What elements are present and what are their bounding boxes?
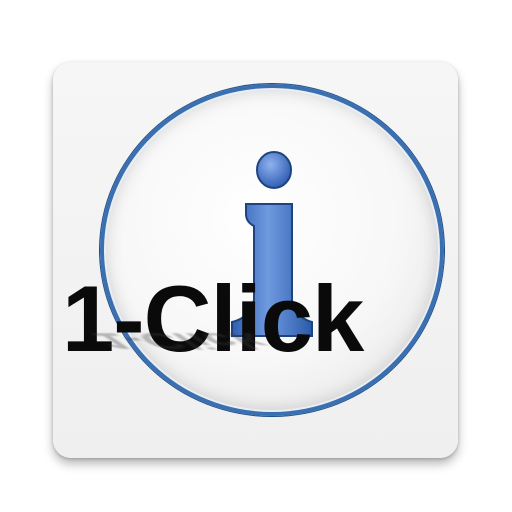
caption-reflection: 1-Click	[85, 328, 276, 354]
info-icon	[231, 151, 313, 337]
app-icon: 1-Click 1-Click	[0, 0, 512, 512]
